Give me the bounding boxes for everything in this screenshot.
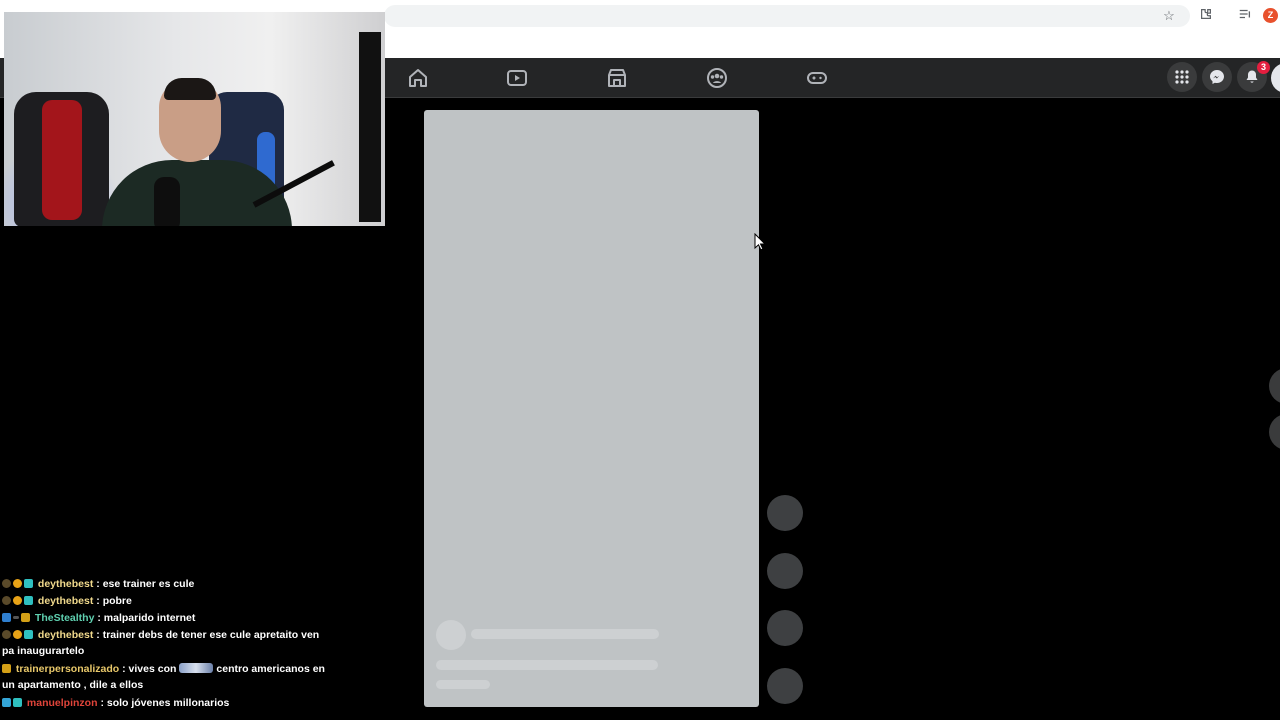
comment-button-placeholder[interactable] xyxy=(767,553,803,589)
home-icon[interactable] xyxy=(406,66,430,90)
chat-badge-icon xyxy=(24,630,33,639)
wall-banner xyxy=(359,32,381,222)
messenger-icon xyxy=(1210,70,1224,84)
chat-message: deythebest : trainer debs de tener ese c… xyxy=(2,627,332,659)
chat-badge-icon xyxy=(21,613,30,622)
streamer-webcam-overlay xyxy=(4,12,385,226)
gaming-icon[interactable] xyxy=(805,66,829,90)
chat-message: manuelpinzon : solo jóvenes millonarios xyxy=(2,695,332,712)
messenger-button[interactable] xyxy=(1202,62,1232,92)
mouse-cursor-icon xyxy=(754,233,766,251)
chat-badge-icon xyxy=(13,616,19,619)
skeleton-line xyxy=(436,660,658,670)
chat-badge-icon xyxy=(13,698,22,707)
chat-message: deythebest : pobre xyxy=(2,593,332,610)
skeleton-line xyxy=(471,629,659,639)
chat-badge-icon xyxy=(2,664,11,673)
chat-text: : pobre xyxy=(96,595,132,607)
chat-badge-icon xyxy=(2,613,11,622)
chat-badge-icon xyxy=(13,630,22,639)
chat-badge-icon xyxy=(2,596,11,605)
reel-loading-placeholder[interactable] xyxy=(424,110,759,707)
skeleton-avatar xyxy=(436,620,466,650)
chat-badge-icon xyxy=(13,579,22,588)
extensions-icon[interactable] xyxy=(1197,7,1215,25)
menu-grid-button[interactable] xyxy=(1167,62,1197,92)
chat-badge-icon xyxy=(2,630,11,639)
more-button-placeholder[interactable] xyxy=(767,668,803,704)
chat-badge-icon xyxy=(13,596,22,605)
chat-text: : malparido internet xyxy=(97,612,196,624)
groups-icon[interactable] xyxy=(705,66,729,90)
chat-username: deythebest xyxy=(37,629,94,641)
bookmark-star-icon[interactable]: ☆ xyxy=(1160,7,1178,25)
chat-text: : vives con xyxy=(122,663,177,675)
chat-message: TheStealthy : malparido internet xyxy=(2,610,332,627)
previous-reel-button[interactable] xyxy=(1269,368,1280,404)
share-button-placeholder[interactable] xyxy=(767,610,803,646)
chat-text: : ese trainer es cule xyxy=(96,578,195,590)
grid-icon xyxy=(1175,70,1189,84)
chat-emote-image xyxy=(179,663,214,673)
skeleton-line xyxy=(436,680,490,689)
chat-message: deythebest : ese trainer es cule xyxy=(2,576,332,593)
chat-username: trainerpersonalizado xyxy=(15,663,120,675)
chat-username: TheStealthy xyxy=(34,612,95,624)
profile-avatar[interactable]: Z xyxy=(1263,8,1278,23)
chair-red-stripe xyxy=(42,100,82,220)
notification-count-badge: 3 xyxy=(1257,61,1270,74)
gaming-chair xyxy=(14,92,109,226)
chat-message: trainerpersonalizado : vives con centro a… xyxy=(2,661,332,693)
watch-video-icon[interactable] xyxy=(505,66,529,90)
like-button-placeholder[interactable] xyxy=(767,495,803,531)
chat-badge-icon xyxy=(2,579,11,588)
screen: ☆ Z 3 deythebest: ese trainer es cule d… xyxy=(0,0,1280,720)
media-queue-icon[interactable] xyxy=(1236,7,1254,25)
chat-text: : solo jóvenes millonarios xyxy=(100,697,230,709)
chat-username: deythebest xyxy=(37,595,94,607)
chat-badge-icon xyxy=(2,698,11,707)
chat-badge-icon xyxy=(24,579,33,588)
chat-username: deythebest xyxy=(37,578,94,590)
next-reel-button[interactable] xyxy=(1269,414,1280,450)
address-bar[interactable] xyxy=(384,5,1190,27)
chat-username: manuelpinzon xyxy=(26,697,98,709)
stream-chat: deythebest : ese trainer es cule deytheb… xyxy=(2,576,332,712)
chat-badge-icon xyxy=(24,596,33,605)
streamer-hair xyxy=(164,78,216,100)
marketplace-icon[interactable] xyxy=(605,66,629,90)
microphone xyxy=(154,177,180,226)
